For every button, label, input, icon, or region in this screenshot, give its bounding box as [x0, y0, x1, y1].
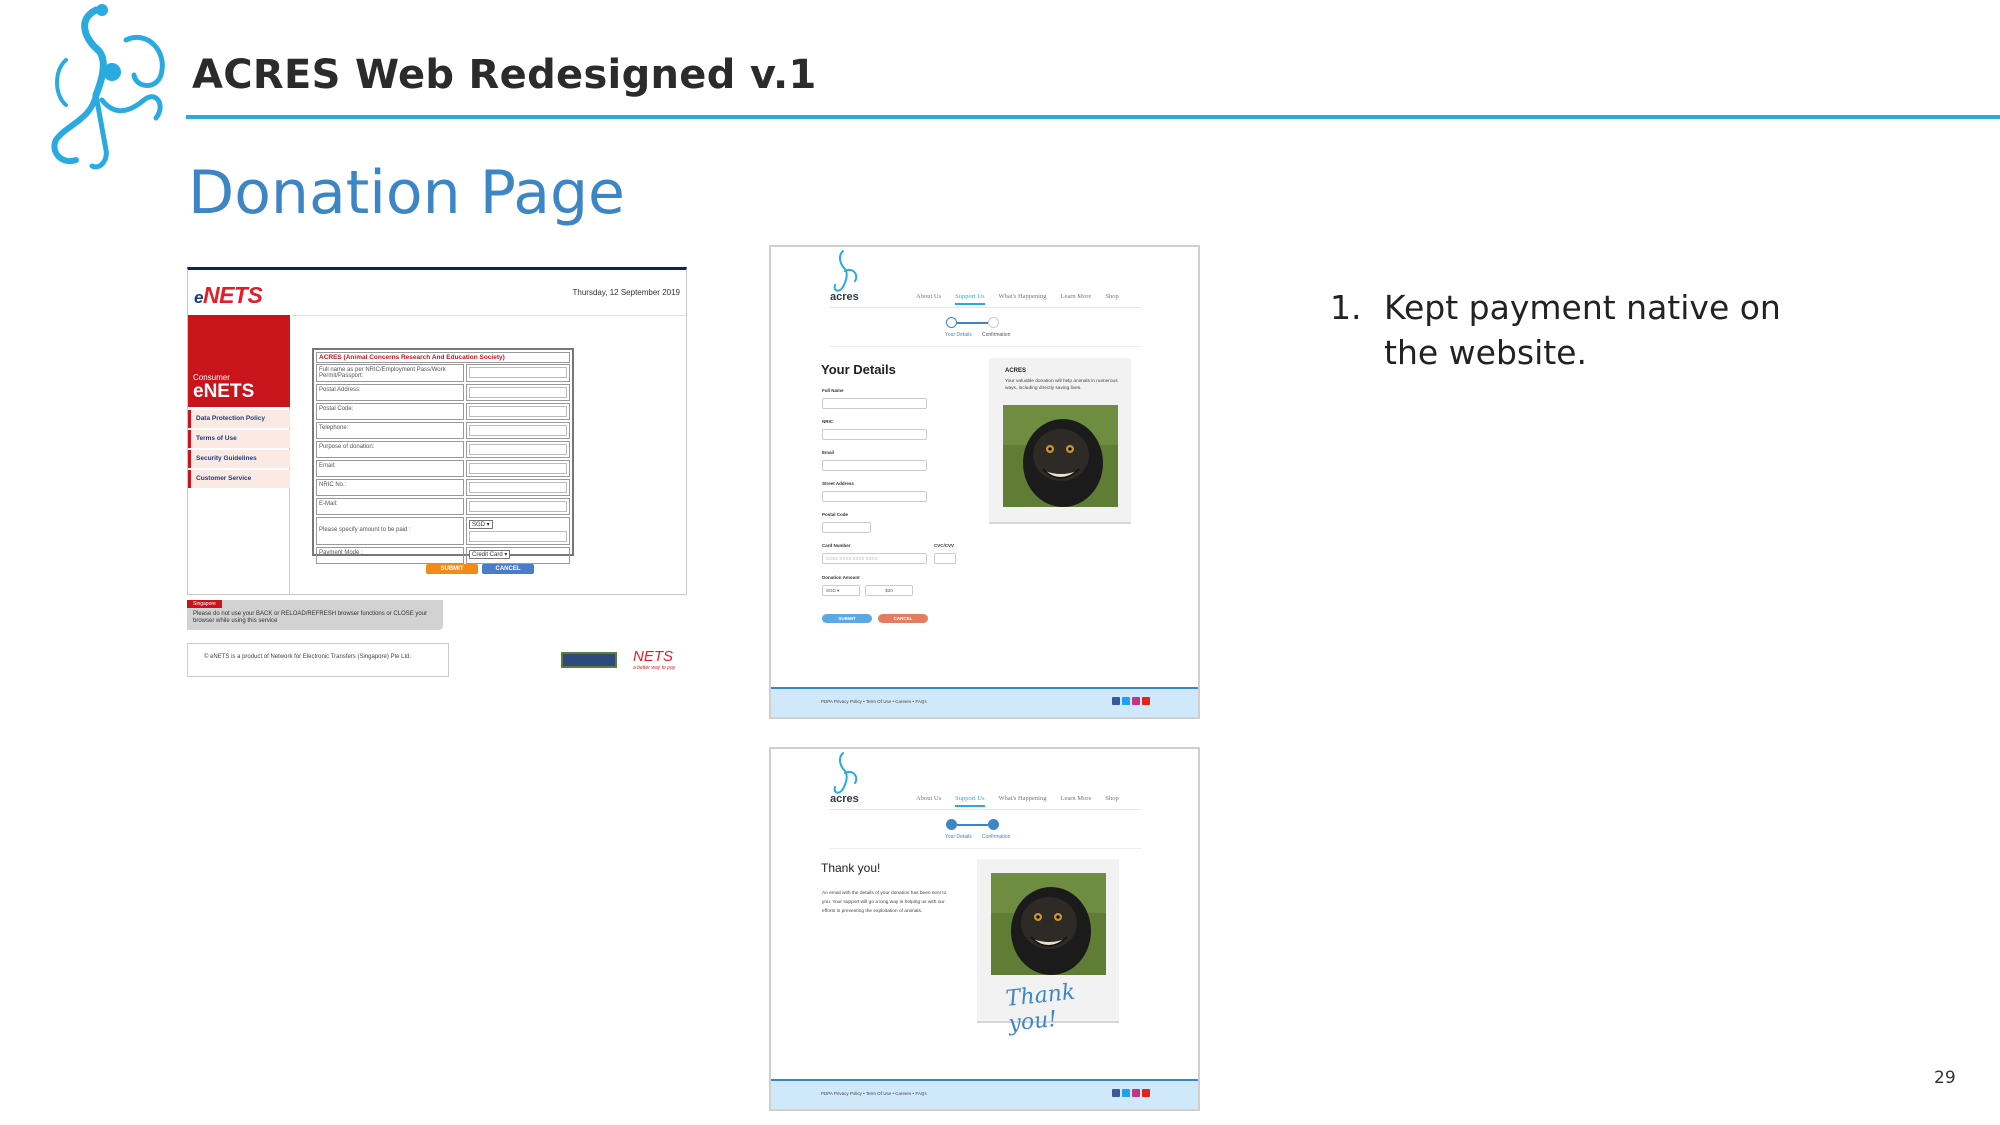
nav-about-us[interactable]: About Us	[916, 795, 941, 807]
donation-info-card: ACRES Your valuable donation will help a…	[989, 358, 1131, 524]
enets-frame: eNETS Thursday, 12 September 2019 Consum…	[187, 267, 687, 595]
full-name-input[interactable]	[822, 398, 927, 409]
progress-steps: Your Details Confirmation	[945, 317, 1010, 347]
enets-footer: © eNETS is a product of Network for Elec…	[187, 643, 449, 677]
youtube-icon[interactable]	[1142, 697, 1150, 705]
acres-details-mockup: acres About Us Support Us What's Happeni…	[769, 245, 1200, 719]
enets-nav-item[interactable]: Customer Service	[188, 470, 290, 488]
nav-learn-more[interactable]: Learn More	[1060, 293, 1091, 305]
site-footer: PDPA Privacy Policy • Term Of Use • Care…	[771, 1079, 1198, 1109]
enets-input[interactable]	[469, 501, 567, 512]
enets-input[interactable]	[469, 482, 567, 493]
main-nav: About Us Support Us What's Happening Lea…	[916, 795, 1119, 807]
nav-support-us[interactable]: Support Us	[955, 795, 985, 807]
submit-button[interactable]: SUBMIT	[822, 614, 872, 623]
cancel-button[interactable]: CANCEL	[878, 614, 928, 623]
instagram-icon[interactable]	[1132, 697, 1140, 705]
twitter-icon[interactable]	[1122, 697, 1130, 705]
notes-list: 1. Kept payment native on the website.	[1330, 285, 1790, 375]
currency-select[interactable]: SGD ▾	[822, 585, 860, 596]
enets-payment-select[interactable]: Credit Card ▾	[469, 550, 511, 559]
enets-logo: eNETS	[194, 282, 263, 308]
acres-logo-text: acres	[830, 793, 859, 805]
nav-about-us[interactable]: About Us	[916, 293, 941, 305]
enets-amount-input[interactable]	[469, 531, 567, 542]
site-footer: PDPA Privacy Policy • Term Of Use • Care…	[771, 687, 1198, 717]
instagram-icon[interactable]	[1132, 1089, 1140, 1097]
enets-nav: Data Protection Policy Terms of Use Secu…	[188, 410, 290, 490]
acres-logo-text: acres	[830, 291, 859, 303]
enets-input[interactable]	[469, 463, 567, 474]
enets-cancel-button[interactable]: CANCEL	[482, 564, 534, 574]
slide-title: ACRES Web Redesigned v.1	[192, 52, 817, 98]
enets-form-title: ACRES (Animal Concerns Research And Educ…	[316, 352, 570, 363]
enets-nav-item[interactable]: Security Guidelines	[188, 450, 290, 468]
enets-input[interactable]	[469, 425, 567, 436]
amount-input[interactable]: $20	[865, 585, 913, 596]
cvc-input[interactable]	[934, 553, 956, 564]
enets-submit-button[interactable]: SUBMIT	[426, 564, 478, 574]
thank-you-message: An email with the details of your donati…	[822, 891, 947, 914]
step-confirmation-indicator	[988, 317, 999, 328]
security-seal-icon	[561, 652, 617, 668]
thank-you-heading: Thank you!	[821, 861, 881, 875]
main-nav: About Us Support Us What's Happening Lea…	[916, 293, 1119, 305]
enets-nav-item[interactable]: Data Protection Policy	[188, 410, 290, 428]
nric-input[interactable]	[822, 429, 927, 440]
page-number: 29	[1934, 1068, 1956, 1088]
twitter-icon[interactable]	[1122, 1089, 1130, 1097]
nav-learn-more[interactable]: Learn More	[1060, 795, 1091, 807]
progress-steps: Your Details Confirmation	[945, 819, 1010, 849]
macaque-photo	[991, 873, 1106, 975]
nav-whats-happening[interactable]: What's Happening	[999, 293, 1047, 305]
enets-sidebar: Consumer eNETS Data Protection Policy Te…	[188, 315, 290, 595]
enets-nav-item[interactable]: Terms of Use	[188, 430, 290, 448]
acres-monkey-logo-icon	[51, 4, 165, 170]
nav-shop[interactable]: Shop	[1105, 293, 1118, 305]
enets-input[interactable]	[469, 387, 567, 398]
acres-thank-you-mockup: acres About Us Support Us What's Happeni…	[769, 747, 1200, 1111]
footer-links[interactable]: PDPA Privacy Policy • Term Of Use • Care…	[821, 1091, 927, 1096]
page-heading: Donation Page	[188, 158, 625, 228]
nav-whats-happening[interactable]: What's Happening	[999, 795, 1047, 807]
step-details-indicator	[946, 819, 957, 830]
enets-warning: Singapore Please do not use your BACK or…	[187, 600, 443, 630]
nav-support-us[interactable]: Support Us	[955, 293, 985, 305]
enets-input[interactable]	[469, 367, 567, 378]
enets-date: Thursday, 12 September 2019	[572, 288, 680, 297]
step-details-indicator	[946, 317, 957, 328]
nets-logo: NETS a better way to pay	[633, 648, 676, 671]
enets-donation-form: ACRES (Animal Concerns Research And Educ…	[312, 348, 574, 564]
facebook-icon[interactable]	[1112, 697, 1120, 705]
nav-shop[interactable]: Shop	[1105, 795, 1118, 807]
enets-currency-select[interactable]: SGD ▾	[469, 520, 493, 529]
email-input[interactable]	[822, 460, 927, 471]
postal-code-input[interactable]	[822, 522, 871, 533]
enets-payment-screenshot: eNETS Thursday, 12 September 2019 Consum…	[187, 267, 687, 679]
enets-input[interactable]	[469, 406, 567, 417]
note-item: 1. Kept payment native on the website.	[1330, 288, 1781, 372]
enets-consumer-banner: Consumer eNETS	[188, 315, 290, 407]
step-confirmation-indicator	[988, 819, 999, 830]
title-divider	[186, 115, 2000, 119]
handwritten-thank-you: Thank you!	[1004, 979, 1077, 1037]
street-address-input[interactable]	[822, 491, 927, 502]
card-number-input[interactable]: XXXX XXXX XXXX XXXX	[822, 553, 927, 564]
thank-you-card: Thank you!	[977, 859, 1119, 1037]
youtube-icon[interactable]	[1142, 1089, 1150, 1097]
macaque-photo	[1003, 405, 1118, 507]
footer-links[interactable]: PDPA Privacy Policy • Term Of Use • Care…	[821, 699, 927, 704]
enets-input[interactable]	[469, 444, 567, 455]
details-heading: Your Details	[821, 362, 896, 377]
facebook-icon[interactable]	[1112, 1089, 1120, 1097]
